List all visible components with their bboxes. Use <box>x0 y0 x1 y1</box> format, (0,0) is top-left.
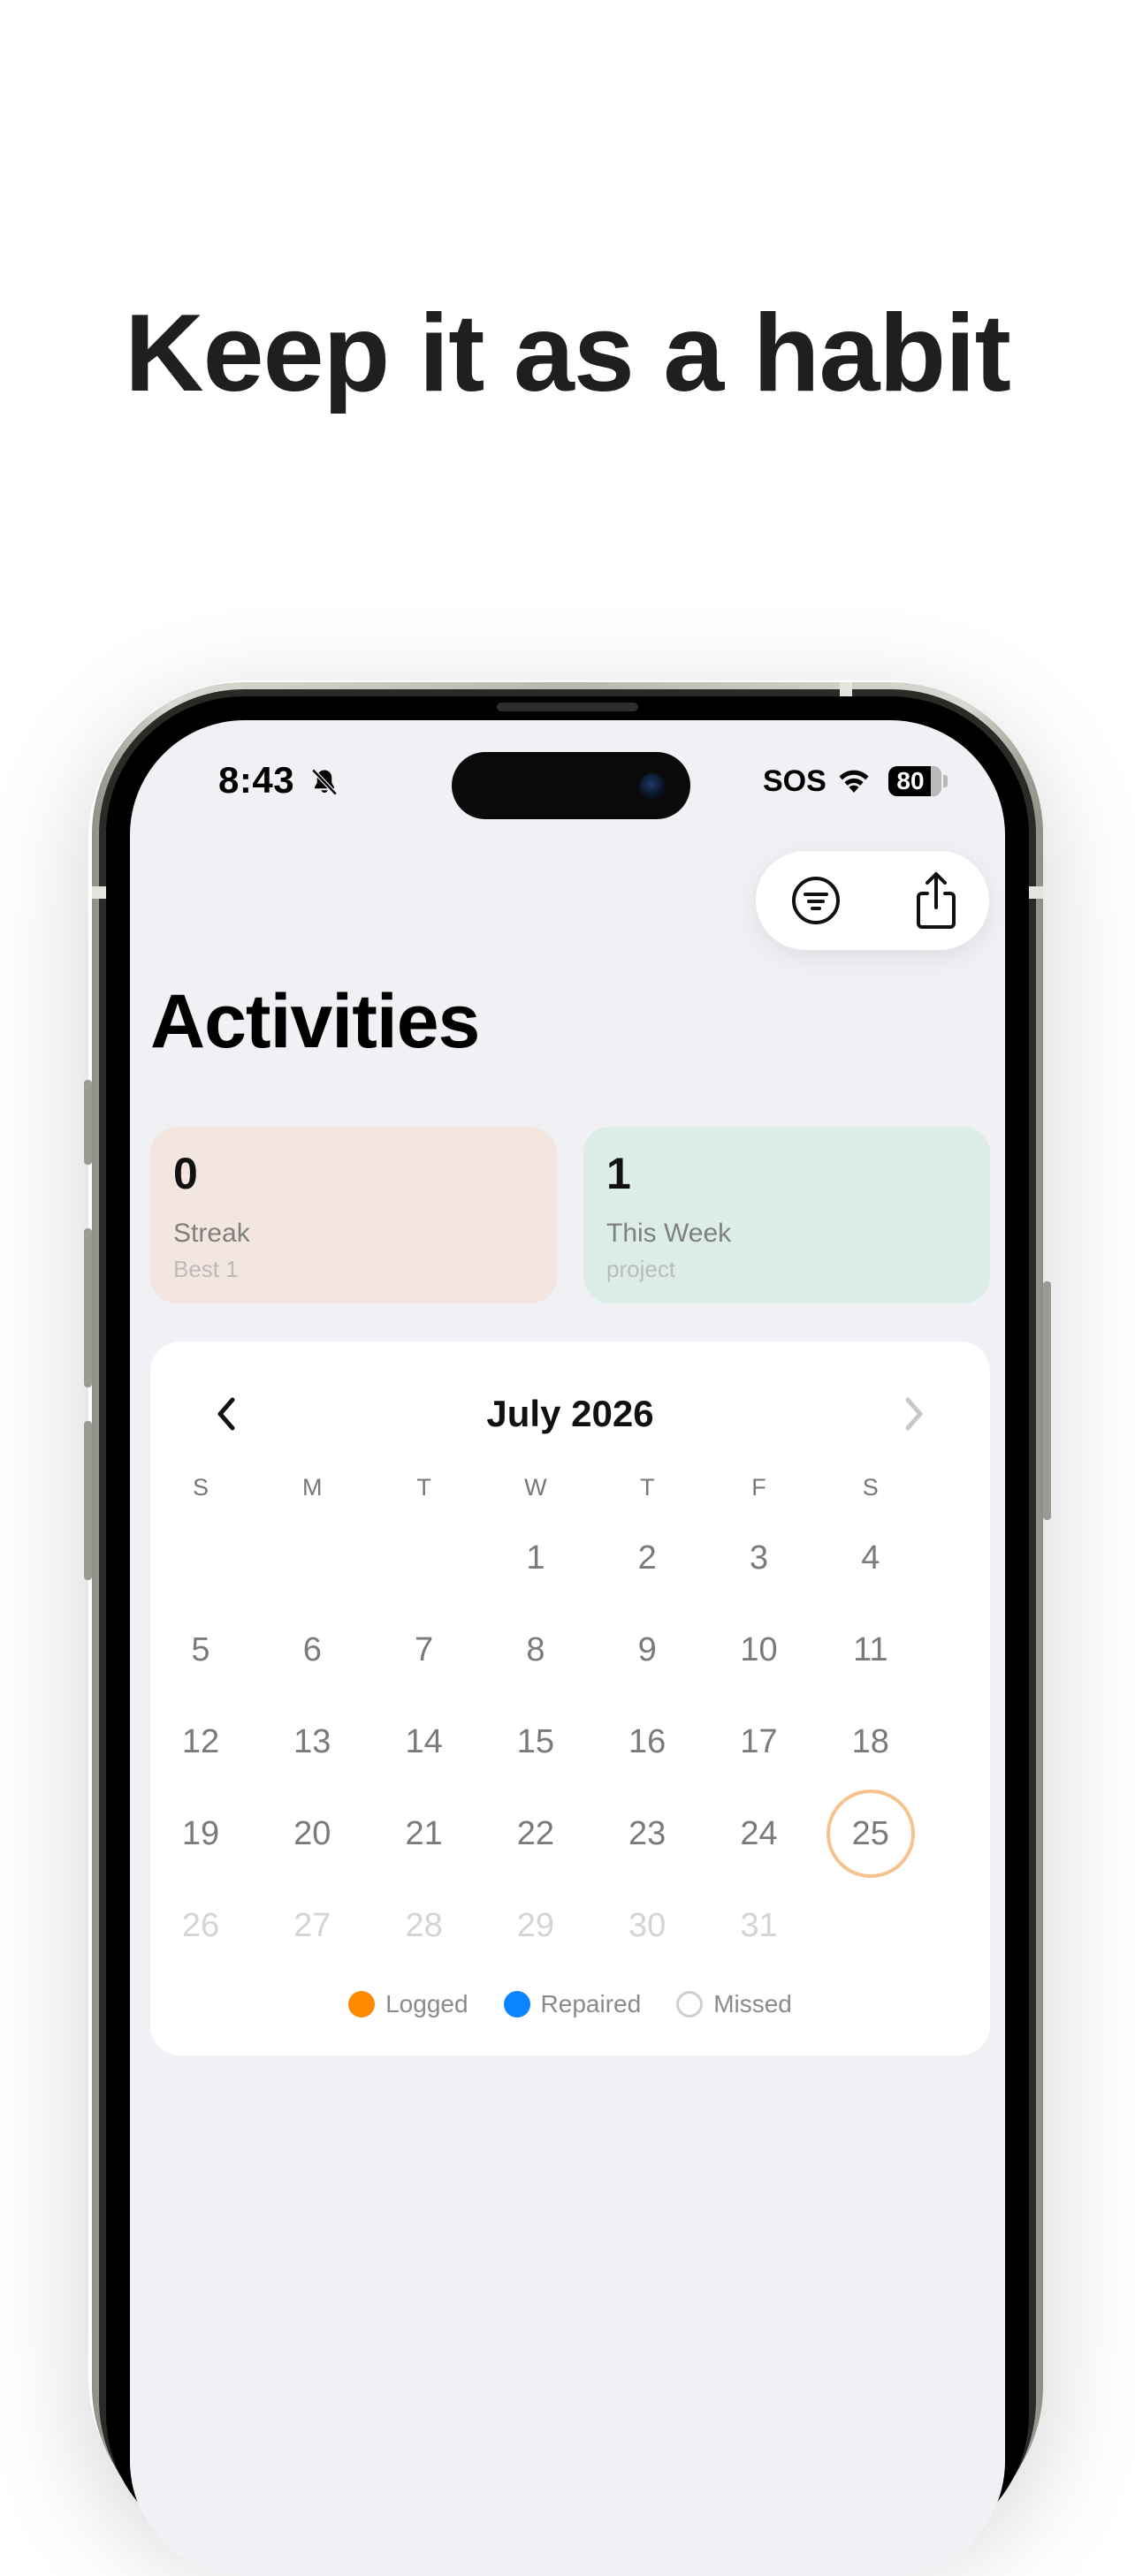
calendar-legend: Logged Repaired Missed <box>150 1987 990 2022</box>
calendar-day: 31 <box>740 1907 778 1944</box>
legend-dot <box>503 1991 530 2017</box>
calendar-day[interactable]: 2 <box>603 1514 691 1602</box>
weekday-label: T <box>639 1474 655 1501</box>
antenna-band <box>840 682 852 696</box>
calendar-day[interactable]: 8 <box>491 1606 580 1694</box>
calendar-day[interactable]: 1 <box>491 1514 580 1602</box>
weekday-label: T <box>416 1474 431 1501</box>
calendar-day[interactable]: 14 <box>380 1698 468 1786</box>
calendar-day[interactable]: 11 <box>826 1606 915 1694</box>
weekday-label: S <box>192 1474 209 1501</box>
power-button <box>1043 1281 1051 1520</box>
weekday-label: F <box>751 1474 766 1501</box>
phone-screen: 8:43 SOS 80 Activities 0 Streak Best 1 1… <box>130 720 1005 2576</box>
antenna-band <box>92 886 106 899</box>
antenna-band <box>1029 886 1043 899</box>
calendar-day[interactable]: 9 <box>603 1606 691 1694</box>
calendar-month-title: July 2026 <box>486 1393 654 1434</box>
dynamic-island <box>452 752 690 819</box>
legend-item-missed: Missed <box>676 1990 792 2018</box>
calendar-day[interactable]: 18 <box>826 1698 915 1786</box>
calendar-day[interactable]: 24 <box>715 1790 804 1878</box>
calendar-day: 29 <box>516 1907 555 1944</box>
streak-best: Best 1 <box>173 1256 239 1282</box>
calendar-day[interactable]: 13 <box>268 1698 356 1786</box>
next-month-button[interactable] <box>887 1387 941 1440</box>
legend-label: Missed <box>713 1990 792 2017</box>
chevron-left-icon <box>217 1397 235 1431</box>
weekday-label: S <box>862 1474 879 1501</box>
weekday-header-row: SMTWTFS <box>193 1474 979 1509</box>
front-camera <box>639 773 666 800</box>
weekday-label: W <box>524 1474 547 1501</box>
this-week-card[interactable]: 1 This Week project <box>583 1127 990 1303</box>
calendar-day[interactable]: 7 <box>380 1606 468 1694</box>
earpiece-speaker <box>497 703 638 711</box>
share-icon <box>917 872 956 929</box>
calendar-card: July 2026 SMTWTFS 1 2 3 4 5 6 7 8 9 10 11 12 13 14 15 1… <box>150 1341 990 2055</box>
share-button[interactable] <box>887 851 986 950</box>
legend-dot <box>676 1991 704 2017</box>
calendar-day: 28 <box>405 1907 443 1944</box>
calendar-day[interactable]: 5 <box>156 1606 245 1694</box>
battery-level: 80 <box>896 767 925 794</box>
calendar-day[interactable]: 4 <box>826 1514 915 1602</box>
legend-item-repaired: Repaired <box>503 1990 642 2018</box>
calendar-day: 26 <box>181 1907 220 1944</box>
calendar-day[interactable]: 16 <box>603 1698 691 1786</box>
legend-item-logged: Logged <box>348 1990 468 2018</box>
calendar-day[interactable]: 10 <box>715 1606 804 1694</box>
calendar-header: July 2026 <box>150 1387 990 1440</box>
status-time: 8:43 <box>218 759 295 801</box>
calendar-day[interactable]: 3 <box>715 1514 804 1602</box>
page-title: Activities <box>150 979 480 1064</box>
toolbar <box>756 851 989 950</box>
chevron-right-icon <box>905 1397 923 1431</box>
battery-tip <box>943 775 948 787</box>
sos-indicator: SOS <box>763 764 826 798</box>
calendar-day[interactable]: 21 <box>380 1790 468 1878</box>
this-week-label: This Week <box>606 1219 732 1248</box>
calendar-day[interactable]: 20 <box>268 1790 356 1878</box>
legend-dot <box>348 1991 376 2017</box>
calendar-day[interactable]: 23 <box>603 1790 691 1878</box>
this-week-value: 1 <box>606 1149 631 1198</box>
battery-icon: 80 <box>888 766 941 796</box>
wifi-icon <box>839 770 869 793</box>
volume-down-button <box>84 1421 92 1580</box>
weekday-label: M <box>302 1474 323 1501</box>
this-week-project: project <box>606 1256 676 1282</box>
calendar-day[interactable]: 22 <box>491 1790 580 1878</box>
calendar-day[interactable]: 15 <box>491 1698 580 1786</box>
bell-slash-icon <box>311 768 338 796</box>
calendar-day[interactable]: 6 <box>268 1606 356 1694</box>
calendar-day-today[interactable]: 25 <box>826 1790 915 1878</box>
calendar-day[interactable]: 17 <box>715 1698 804 1786</box>
calendar-day[interactable]: 19 <box>156 1790 245 1878</box>
legend-label: Logged <box>385 1990 468 2017</box>
previous-month-button[interactable] <box>200 1387 253 1440</box>
filter-icon <box>792 877 840 924</box>
calendar-day[interactable]: 12 <box>156 1698 245 1786</box>
calendar-day: 27 <box>293 1907 331 1944</box>
streak-label: Streak <box>173 1219 250 1248</box>
volume-up-button <box>84 1228 92 1387</box>
action-button <box>84 1080 92 1165</box>
headline: Keep it as a habit <box>125 293 1011 414</box>
legend-label: Repaired <box>540 1990 642 2017</box>
streak-value: 0 <box>173 1149 198 1198</box>
streak-card[interactable]: 0 Streak Best 1 <box>150 1127 557 1303</box>
calendar-day: 30 <box>628 1907 667 1944</box>
filter-button[interactable] <box>766 851 865 950</box>
